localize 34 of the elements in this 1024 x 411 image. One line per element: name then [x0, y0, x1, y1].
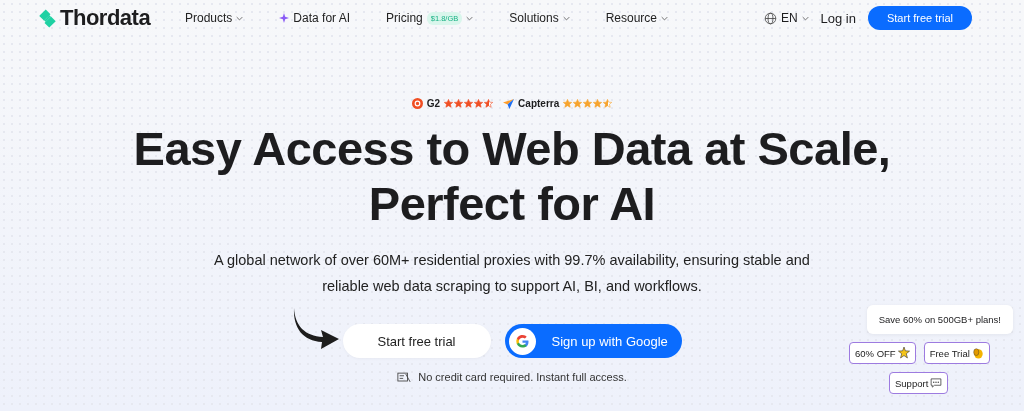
google-signup-button[interactable]: Sign up with Google — [504, 324, 682, 358]
g2-logo-icon — [411, 98, 423, 109]
star-burst-icon — [897, 347, 910, 359]
no-card-note: No credit card required. Instant full access. — [418, 371, 627, 383]
chevron-icon — [661, 15, 668, 21]
start-trial-button[interactable]: Start free trial — [342, 324, 491, 358]
promo-chip[interactable]: 60% OFF — [849, 342, 916, 364]
login-link[interactable]: Log in — [820, 10, 856, 26]
sparkle-icon — [279, 13, 290, 23]
language-selector[interactable]: EN — [763, 11, 809, 25]
brand-name: Thordata — [60, 5, 151, 31]
nav-link[interactable]: Resource — [605, 11, 668, 25]
capterra-logo-icon — [503, 98, 515, 109]
hero-heading-line: Perfect for AI — [368, 176, 656, 231]
rating-label: Capterra — [518, 98, 560, 109]
logo-icon — [37, 7, 58, 29]
promo-chip[interactable]: Free Trial — [923, 342, 990, 364]
chevron-icon — [466, 15, 474, 21]
nav-link[interactable]: Data for AI — [279, 11, 351, 25]
chevron-icon — [562, 15, 570, 21]
chevron-icon — [801, 15, 809, 21]
nav-link[interactable]: Solutions — [509, 11, 570, 25]
rating-label: G2 — [426, 98, 441, 109]
start-trial-button[interactable]: Start free trial — [867, 6, 972, 30]
chat-icon — [930, 377, 943, 389]
globe-icon — [763, 11, 777, 25]
hero-heading-line: Easy Access to Web Data at Scale, — [133, 121, 891, 176]
hero-subtitle: A global network of over 60M+ residential proxies with 99.7% availability, ensuring stable and reliable web data scraping to support AI, BI, and workflows. — [213, 251, 811, 296]
card-icon — [397, 371, 412, 383]
nav-link[interactable]: Products — [185, 11, 244, 25]
promo-message: Save 60% on 500GB+ plans! — [866, 305, 1013, 334]
google-icon — [514, 333, 530, 349]
promo-chip[interactable]: Support — [889, 372, 949, 394]
chevron-icon — [236, 15, 244, 21]
